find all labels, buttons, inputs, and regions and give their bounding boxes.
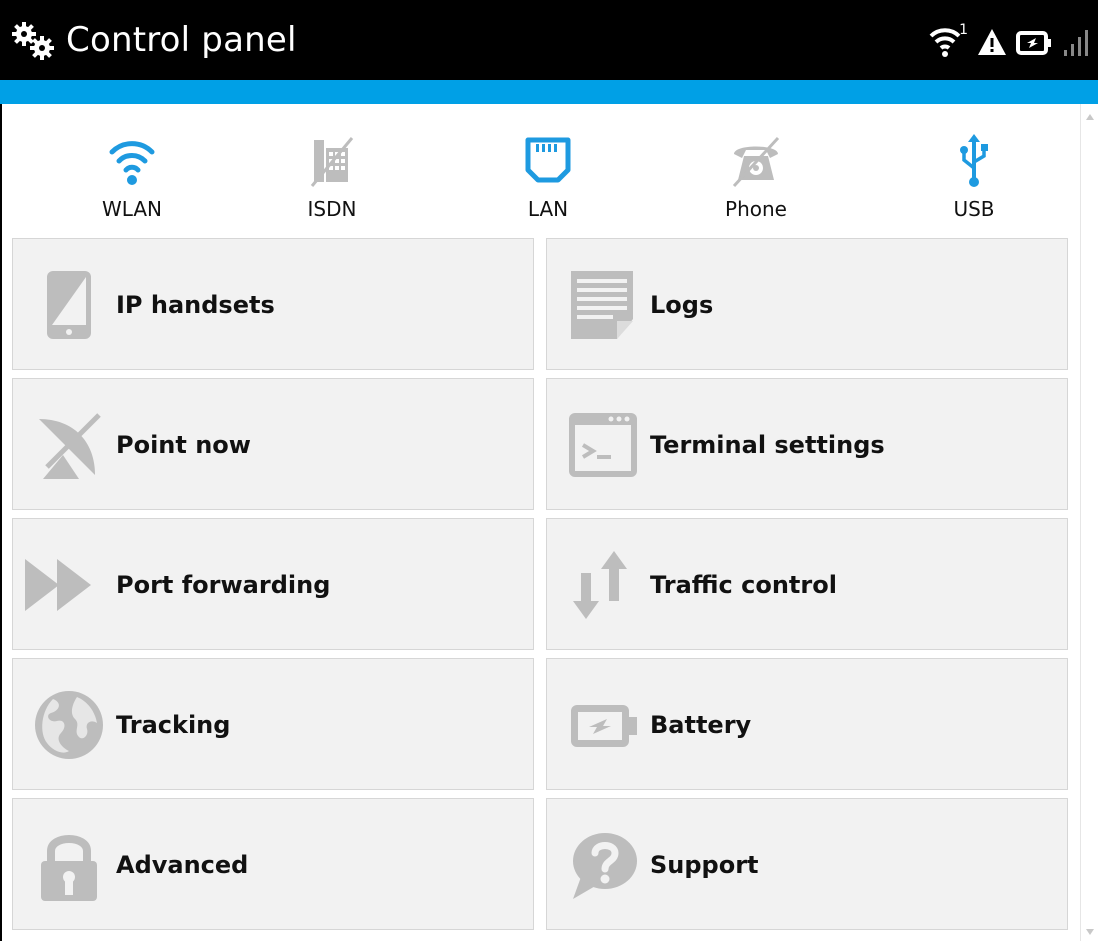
tile-label: Point now	[116, 431, 251, 459]
scroll-down-arrow[interactable]	[1086, 929, 1094, 935]
tile-support[interactable]: Support	[546, 798, 1068, 930]
tile-label: Port forwarding	[116, 571, 331, 599]
battery-icon	[571, 705, 637, 747]
tile-ip-handsets[interactable]: IP handsets	[12, 238, 534, 370]
tile-label: Tracking	[116, 711, 231, 739]
tile-port-forwarding[interactable]: Port forwarding	[12, 518, 534, 650]
gears-icon	[12, 22, 54, 60]
terminal-icon	[569, 413, 637, 477]
tile-battery[interactable]: Battery	[546, 658, 1068, 790]
page-title: Control panel	[66, 20, 297, 60]
lock-icon	[41, 835, 97, 901]
tile-traffic-control[interactable]: Traffic control	[546, 518, 1068, 650]
interface-label: USB	[953, 197, 995, 221]
traffic-arrows-icon	[573, 551, 627, 619]
status-bar: 1	[928, 22, 1090, 62]
globe-icon	[35, 691, 103, 759]
phone-icon	[732, 136, 780, 188]
tile-label: Advanced	[116, 851, 249, 879]
signal-strength-icon	[1062, 26, 1090, 58]
interface-label: Phone	[725, 197, 787, 221]
scroll-up-arrow[interactable]	[1086, 114, 1094, 120]
tile-tracking[interactable]: Tracking	[12, 658, 534, 790]
tile-label: Logs	[650, 291, 714, 319]
tile-point-now[interactable]: Point now	[12, 378, 534, 510]
logs-icon	[571, 271, 633, 339]
handset-icon	[47, 271, 91, 339]
tile-label: Traffic control	[650, 571, 837, 599]
usb-icon	[960, 134, 988, 187]
lan-icon	[525, 137, 571, 183]
tile-terminal-settings[interactable]: Terminal settings	[546, 378, 1068, 510]
interface-wlan[interactable]: WLAN	[72, 104, 192, 234]
tile-label: Battery	[650, 711, 752, 739]
interface-label: WLAN	[101, 197, 163, 221]
interface-phone[interactable]: Phone	[696, 104, 816, 234]
warning-icon	[976, 26, 1008, 58]
tile-label: Support	[650, 851, 759, 879]
isdn-icon	[310, 137, 354, 187]
wifi-icon	[109, 141, 155, 185]
wifi-count: 1	[959, 22, 968, 38]
tile-label: IP handsets	[116, 291, 275, 319]
interface-label: LAN	[527, 197, 569, 221]
wifi-status-icon: 1	[928, 22, 968, 60]
interface-lan[interactable]: LAN	[488, 104, 608, 234]
fast-forward-icon	[25, 559, 91, 611]
accent-bar	[0, 80, 1098, 104]
app-header: Control panel 1	[0, 0, 1098, 80]
tile-advanced[interactable]: Advanced	[12, 798, 534, 930]
tile-logs[interactable]: Logs	[546, 238, 1068, 370]
interface-isdn[interactable]: ISDN	[272, 104, 392, 234]
interface-usb[interactable]: USB	[914, 104, 1034, 234]
interface-status-row: WLAN ISDN LAN Phone USB	[2, 104, 1078, 234]
interface-label: ISDN	[307, 197, 357, 221]
help-bubble-icon	[573, 833, 637, 899]
satellite-dish-icon	[39, 413, 101, 479]
scrollbar[interactable]	[1080, 104, 1098, 941]
tile-label: Terminal settings	[650, 431, 885, 459]
battery-status-icon	[1016, 26, 1054, 58]
